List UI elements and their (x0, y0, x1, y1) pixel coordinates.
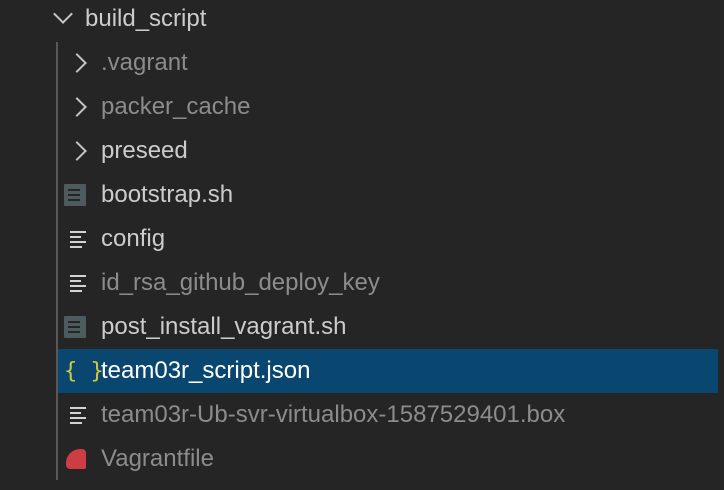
json-file-icon: { } (64, 358, 104, 384)
chevron-right-icon (67, 97, 87, 117)
item-label: config (101, 225, 166, 252)
item-label: team03r-Ub-svr-virtualbox-1587529401.box (101, 401, 566, 428)
folder-label: build_script (85, 5, 207, 32)
item-label: bootstrap.sh (101, 181, 234, 208)
chevron-down-icon (53, 4, 73, 24)
tree-item-preseed[interactable]: preseed (0, 129, 718, 173)
vagrant-file-icon (66, 449, 86, 469)
shell-file-icon (64, 316, 86, 338)
tree-item-vagrantfile[interactable]: Vagrantfile (0, 437, 718, 481)
item-label: id_rsa_github_deploy_key (101, 269, 380, 296)
item-label: .vagrant (101, 49, 188, 76)
chevron-right-icon (67, 53, 87, 73)
chevron-right-icon (67, 141, 87, 161)
item-label: packer_cache (101, 93, 251, 120)
item-label: post_install_vagrant.sh (101, 313, 347, 340)
tree-item-team03r-script-json[interactable]: { } team03r_script.json (58, 349, 718, 393)
shell-file-icon (64, 184, 86, 206)
tree-item-box-file[interactable]: team03r-Ub-svr-virtualbox-1587529401.box (0, 393, 718, 437)
item-label: team03r_script.json (101, 357, 311, 384)
folder-build-script[interactable]: build_script (0, 0, 718, 41)
tree-item-packer-cache[interactable]: packer_cache (0, 85, 718, 129)
tree-item-vagrant-folder[interactable]: .vagrant (0, 41, 718, 85)
item-label: Vagrantfile (101, 445, 214, 472)
text-file-icon (70, 275, 88, 292)
item-label: preseed (101, 137, 188, 164)
tree-item-post-install-sh[interactable]: post_install_vagrant.sh (0, 305, 718, 349)
text-file-icon (70, 231, 88, 248)
text-file-icon (70, 407, 88, 424)
tree-item-bootstrap-sh[interactable]: bootstrap.sh (0, 173, 718, 217)
tree-item-id-rsa[interactable]: id_rsa_github_deploy_key (0, 261, 718, 305)
tree-item-config[interactable]: config (0, 217, 718, 261)
